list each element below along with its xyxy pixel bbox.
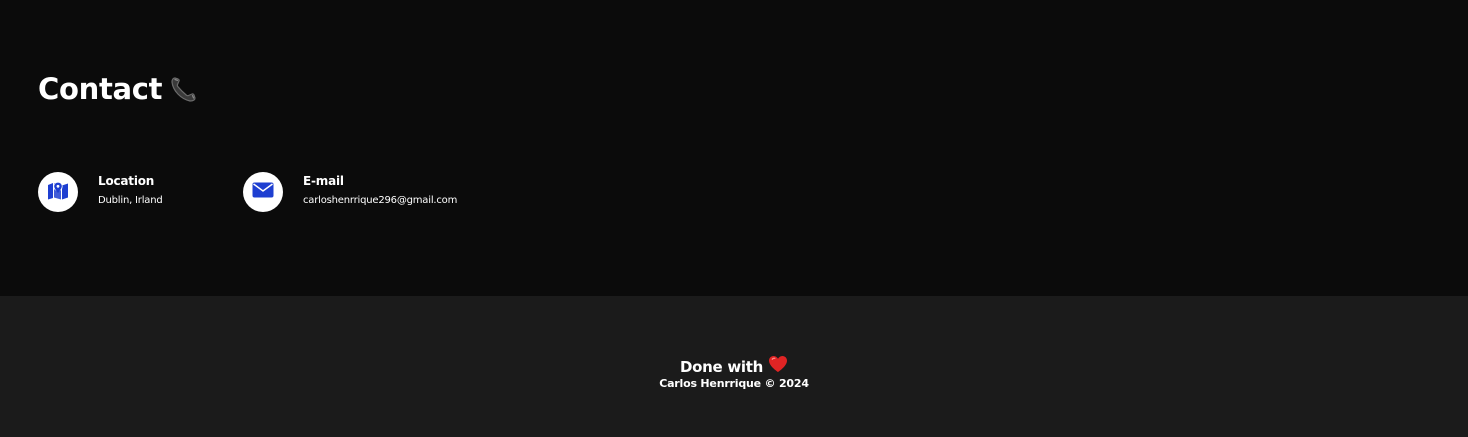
email-link[interactable]: carloshenrrique296@gmail.com	[303, 194, 457, 208]
location-icon-badge	[38, 172, 78, 212]
red-heart-icon	[768, 355, 788, 378]
envelope-icon	[252, 182, 274, 202]
location-label: Location	[98, 174, 155, 188]
email-icon-badge[interactable]	[243, 172, 283, 212]
telephone-receiver-icon	[168, 72, 202, 106]
made-with-text: Done with	[680, 357, 763, 376]
location-value: Dublin, Irland	[98, 195, 163, 206]
map-location-icon	[47, 180, 69, 204]
page-title: Contact	[38, 72, 163, 106]
email-label: E-mail	[303, 174, 344, 188]
contact-item-location: Location Dublin, Irland	[38, 172, 163, 212]
contact-section: Contact Location Dublin, Irland E-mail c…	[0, 0, 1468, 296]
contact-heading: Contact	[38, 70, 202, 108]
footer-made-with: Done with	[0, 355, 1468, 378]
contact-item-email: E-mail carloshenrrique296@gmail.com	[243, 172, 457, 212]
footer: Done with Carlos Henrrique © 2024	[0, 296, 1468, 437]
footer-credit: Carlos Henrrique © 2024	[659, 377, 809, 390]
